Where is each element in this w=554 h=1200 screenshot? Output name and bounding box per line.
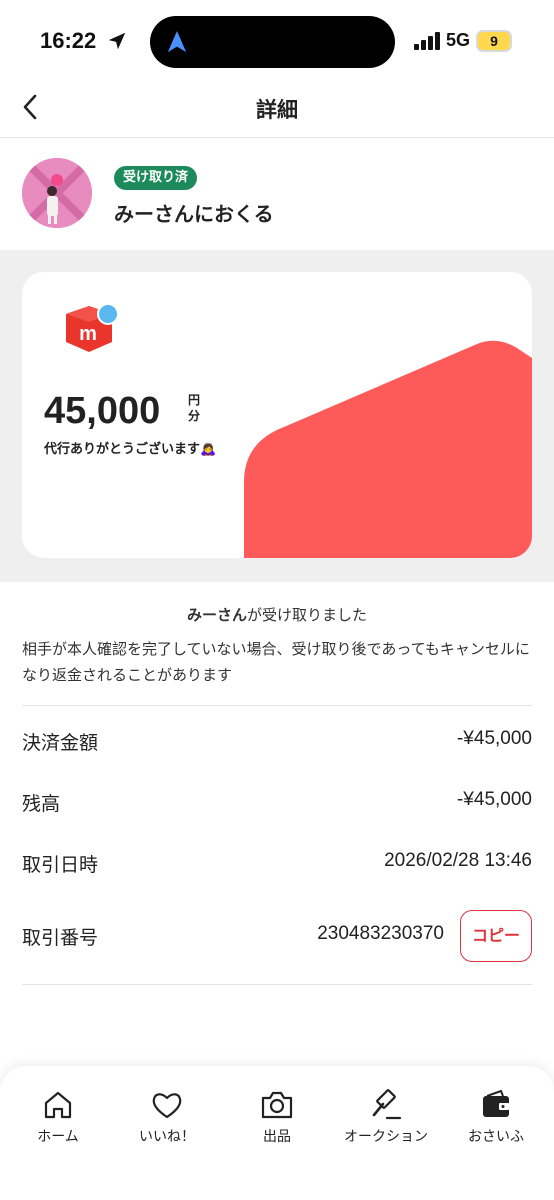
balance-label: 残高 [22,793,61,815]
payment-amount-label: 決済金額 [22,732,99,754]
card-unit: 円 分 [188,392,202,424]
balance-row: 残高 -¥45,000 [22,789,532,819]
unit-portion: 分 [188,409,201,423]
navigation-icon [167,31,187,53]
datetime-value: 2026/02/28 13:46 [384,850,532,871]
balance-value: -¥45,000 [456,789,532,810]
camera-icon [261,1091,293,1119]
wallet-icon [483,1089,509,1117]
card-amount: 45,000 [44,390,161,432]
page-title: 詳細 [256,98,298,122]
divider [22,984,532,985]
transaction-number-row: 取引番号 230483230370 [22,923,444,953]
nav-label-likes: いいね！ [139,1129,195,1145]
heart-icon [152,1093,182,1119]
location-arrow-icon [108,32,126,50]
recipient-name: みーさんにおくる [114,202,274,226]
transaction-number-value: 230483230370 [317,923,444,944]
cancel-notice: 相手が本人確認を完了していない場合、受け取り後であってもキャンセルになり返金され… [22,640,530,684]
avatar[interactable] [22,158,92,228]
nav-likes[interactable]: いいね！ [112,1088,222,1158]
nav-wallet[interactable]: おさいふ [441,1088,551,1158]
recipient-section: 受け取り済 みーさんにおくる [0,138,554,250]
signal-icon [414,32,440,50]
nav-home[interactable]: ホーム [3,1088,113,1158]
card-area: m 45,000 円 分 代行ありがとうございます🙇‍♀️ [0,250,554,582]
card-message: 代行ありがとうございます🙇‍♀️ [44,442,217,457]
home-icon [44,1091,72,1119]
mercari-logo-icon: m [66,303,119,352]
receiver-name: みーさん [186,606,247,624]
unit-yen: 円 [188,393,201,407]
status-bar: 16:22 5G 9 [0,0,554,80]
nav-label-auction: オークション [344,1129,428,1145]
battery-indicator: 9 [476,30,512,52]
header: 詳細 [0,80,554,138]
status-badge: 受け取り済 [114,166,198,190]
gavel-icon [372,1089,402,1120]
received-suffix: が受け取りました [247,606,368,624]
status-time: 16:22 [40,28,97,53]
nav-label-wallet: おさいふ [468,1129,524,1145]
bottom-nav: ホーム いいね！ 出品 オークション おさいふ [0,1066,554,1200]
network-type: 5G [446,30,471,50]
nav-listing[interactable]: 出品 [222,1088,332,1158]
nav-label-home: ホーム [37,1129,79,1145]
datetime-label: 取引日時 [22,854,99,876]
copy-button[interactable]: コピー [460,910,532,962]
transaction-number-label: 取引番号 [22,927,99,949]
payment-amount-row: 決済金額 -¥45,000 [22,728,532,758]
received-message: みーさんが受け取りました [0,604,554,625]
nav-auction[interactable]: オークション [331,1088,441,1158]
payment-amount-value: -¥45,000 [456,728,532,749]
datetime-row: 取引日時 2026/02/28 13:46 [22,850,532,880]
svg-text:m: m [79,323,97,345]
divider [22,705,532,706]
nav-label-listing: 出品 [263,1129,291,1145]
payment-card: m 45,000 円 分 代行ありがとうございます🙇‍♀️ [22,272,532,558]
